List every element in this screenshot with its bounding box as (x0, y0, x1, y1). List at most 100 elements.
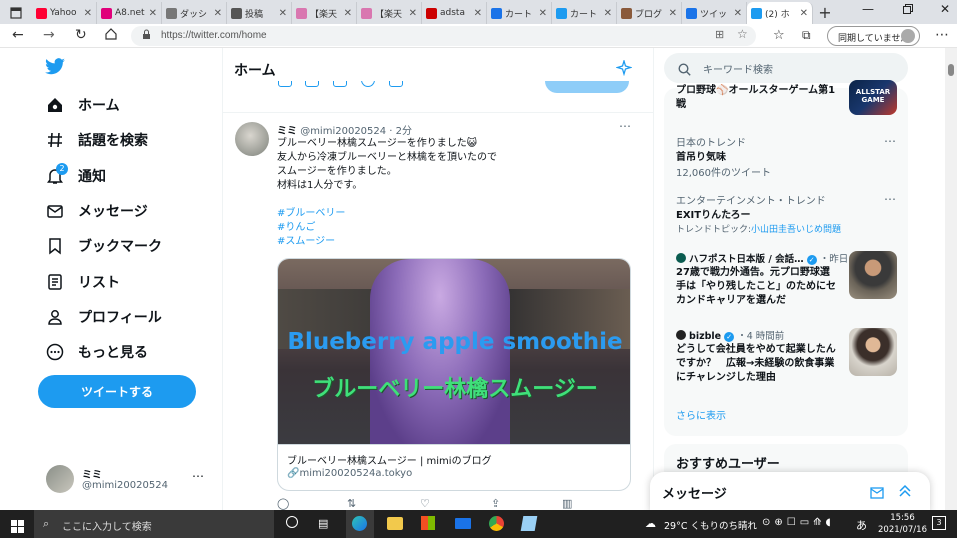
new-tab-button[interactable]: + (813, 3, 837, 22)
browser-tab[interactable]: 【楽天 ✕ (357, 2, 422, 24)
analytics-icon[interactable]: ▥ (562, 497, 572, 510)
schedule-icon[interactable] (389, 81, 403, 87)
trend-more-icon[interactable]: ⋯ (884, 192, 896, 206)
tab-close-icon[interactable]: ✕ (474, 8, 482, 19)
cortana-icon[interactable] (286, 516, 298, 528)
nav-item-6[interactable]: プロフィール (46, 307, 162, 327)
browser-tab[interactable]: adsta ✕ (422, 2, 487, 24)
scrollbar[interactable] (945, 48, 957, 510)
scrollbar-thumb[interactable] (948, 64, 954, 76)
favorites-icon[interactable]: ☆ (773, 28, 785, 43)
collections-icon[interactable]: ⧉ (802, 28, 811, 43)
gif-icon[interactable] (305, 81, 319, 87)
tab-close-icon[interactable]: ✕ (800, 8, 808, 19)
account-switcher[interactable]: ミミ @mimi20020524 ⋯ (46, 465, 216, 495)
tab-close-icon[interactable]: ✕ (279, 8, 287, 19)
nav-item-0[interactable]: ホーム (46, 95, 120, 115)
tweet-more-icon[interactable]: ⋯ (619, 119, 631, 133)
news-image[interactable] (849, 328, 897, 376)
tweet[interactable]: ミミ @mimi20020524 · 2分 ⋯ ブルーベリー林檎スムージーを作り… (223, 113, 653, 510)
windows-start-icon[interactable] (11, 518, 24, 537)
ime-indicator[interactable]: あ (856, 517, 867, 533)
search-box[interactable]: キーワード検索 (664, 53, 908, 83)
share-icon[interactable]: ⇪ (491, 497, 500, 510)
reading-view-icon[interactable]: ⊞ (715, 28, 724, 41)
tab-close-icon[interactable]: ✕ (149, 8, 157, 19)
browser-tab[interactable]: カート ✕ (487, 2, 552, 24)
hashtag-link[interactable]: #りんご (277, 221, 637, 235)
url-field[interactable]: https://twitter.com/home ⊞ ☆ (131, 26, 756, 46)
chrome-icon[interactable] (489, 516, 504, 531)
browser-tab[interactable]: 投稿 ✕ (227, 2, 292, 24)
browser-tab[interactable]: A8.net ✕ (97, 2, 162, 24)
add-favorite-icon[interactable]: ☆ (737, 27, 748, 41)
mail-app-icon[interactable] (455, 518, 471, 529)
browser-tab[interactable]: ブログ ✕ (617, 2, 682, 24)
messages-drawer[interactable]: メッセージ (650, 472, 930, 512)
smoothie-image[interactable]: Blueberry apple smoothie ブルーベリー林檎スムージー (278, 259, 630, 444)
hashtag-link[interactable]: #スムージー (277, 235, 637, 249)
tab-close-icon[interactable]: ✕ (669, 8, 677, 19)
weather-text[interactable]: 29°C くもりのち晴れ (664, 518, 757, 532)
trend-topic-link[interactable]: 小山田圭吾いじめ問題 (751, 225, 841, 235)
tweet-button[interactable]: ツイートする (38, 375, 196, 408)
restore-button[interactable] (903, 3, 913, 17)
clock-date[interactable]: 2021/07/16 (874, 525, 931, 535)
tweet-author[interactable]: ミミ (277, 126, 297, 137)
retweet-icon[interactable]: ⇅ (347, 497, 356, 510)
close-window-button[interactable]: ✕ (940, 2, 950, 16)
edge-app-icon[interactable] (346, 510, 374, 538)
trend-more-icon[interactable]: ⋯ (884, 134, 896, 148)
nav-item-4[interactable]: ブックマーク (46, 236, 162, 256)
forward-icon[interactable]: → (43, 27, 55, 43)
back-icon[interactable]: ← (12, 27, 24, 43)
refresh-icon[interactable]: ↻ (75, 27, 87, 43)
browser-tab[interactable]: ダッシ ✕ (162, 2, 227, 24)
browser-tab[interactable]: カート ✕ (552, 2, 617, 24)
tweet-avatar[interactable] (235, 122, 269, 156)
browser-tab[interactable]: 【楽天 ✕ (292, 2, 357, 24)
media-icon[interactable] (278, 81, 292, 87)
expand-icon[interactable] (898, 483, 912, 502)
tab-actions-icon[interactable] (0, 2, 32, 24)
home-browser-icon[interactable] (105, 28, 117, 44)
emoji-icon[interactable] (361, 81, 375, 87)
sparkle-icon[interactable] (615, 58, 633, 80)
poll-icon[interactable] (333, 81, 347, 87)
new-message-icon[interactable] (870, 484, 885, 503)
task-view-icon[interactable]: ▤ (318, 517, 328, 530)
hashtag-link[interactable]: #ブルーベリー (277, 207, 637, 221)
file-explorer-icon[interactable] (387, 517, 403, 530)
browser-tab[interactable]: Yahoo ✕ (32, 2, 97, 24)
nav-item-3[interactable]: メッセージ (46, 201, 148, 221)
tab-close-icon[interactable]: ✕ (84, 8, 92, 19)
tab-close-icon[interactable]: ✕ (214, 8, 222, 19)
trend-title[interactable]: 首吊り気味 (676, 148, 726, 163)
trend-title[interactable]: EXITりんたろー (676, 206, 750, 221)
trend-image[interactable]: ALLSTAR GAME (849, 80, 897, 115)
twitter-logo-icon[interactable] (44, 58, 66, 80)
compose-tweet-button[interactable] (545, 81, 629, 93)
like-icon[interactable]: ♡ (420, 497, 430, 510)
tab-close-icon[interactable]: ✕ (409, 8, 417, 19)
tab-close-icon[interactable]: ✕ (539, 8, 547, 19)
tab-close-icon[interactable]: ✕ (604, 8, 612, 19)
system-tray-icons[interactable]: ⊙⊕☐▭⟰◖ (762, 517, 835, 528)
tab-close-icon[interactable]: ✕ (344, 8, 352, 19)
reply-icon[interactable]: ◯ (277, 497, 289, 510)
nav-item-7[interactable]: もっと見る (46, 342, 148, 362)
profile-sync-button[interactable]: 同期していません (827, 26, 920, 46)
news-title[interactable]: どうして会社員をやめて起業したんですか？ 広報→未経験の飲食事業にチャレンジした… (676, 343, 838, 385)
nav-item-1[interactable]: 話題を検索 (46, 130, 148, 150)
browser-tab[interactable]: (2) ホ ✕ (747, 2, 813, 24)
minimize-button[interactable]: — (862, 2, 874, 16)
taskbar-search[interactable]: ⌕ ここに入力して検索 (34, 510, 274, 538)
clock-time[interactable]: 15:56 (885, 513, 920, 523)
news-image[interactable] (849, 251, 897, 299)
notification-center-icon[interactable]: 3 (932, 516, 946, 530)
news-title[interactable]: 27歳で戦力外通告。元プロ野球選手は「やり残したこと」のためにセカンドキャリアを… (676, 266, 838, 308)
store-icon[interactable] (421, 516, 435, 530)
show-more-link[interactable]: さらに表示 (676, 407, 726, 422)
browser-tab[interactable]: ツイッ ✕ (682, 2, 747, 24)
tweet-time[interactable]: 2分 (396, 126, 412, 137)
